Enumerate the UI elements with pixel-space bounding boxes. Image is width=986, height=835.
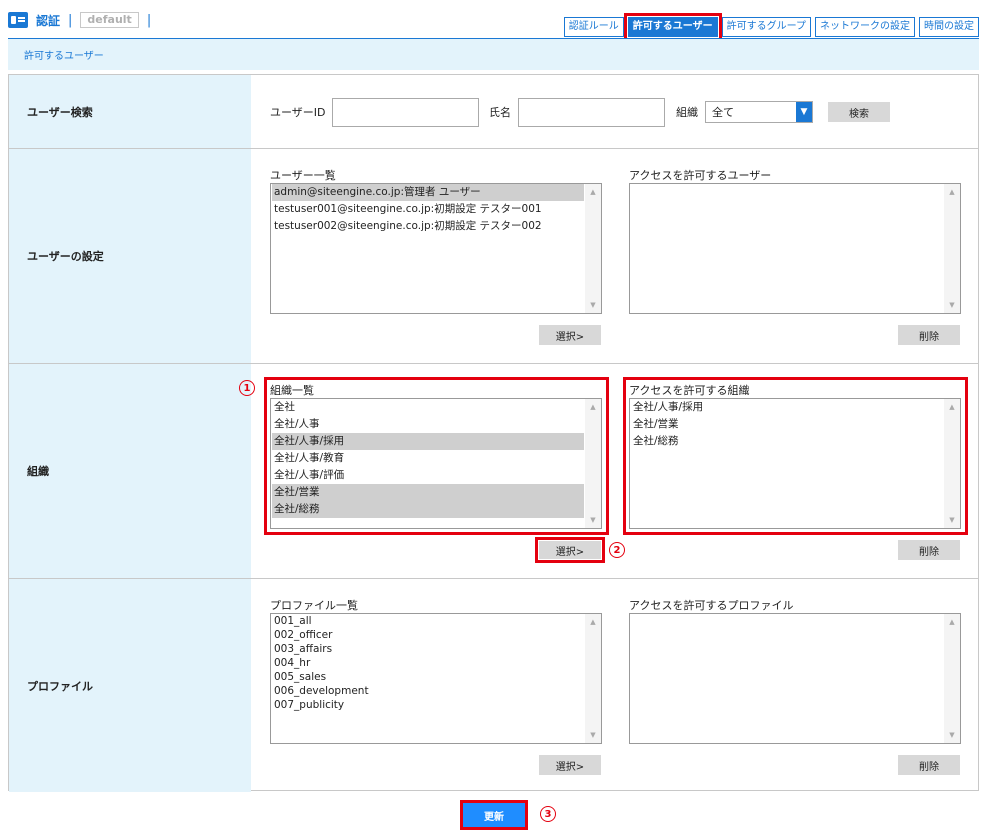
profile-list[interactable]: 001_all 002_officer 003_affairs 004_hr 0… xyxy=(270,613,602,744)
search-button[interactable]: 検索 xyxy=(828,102,890,122)
tab-allowed-groups[interactable]: 許可するグループ xyxy=(721,17,811,37)
scrollbar[interactable]: ▲ ▼ xyxy=(585,184,601,313)
list-item[interactable]: 全社/営業 xyxy=(631,416,943,433)
scrollbar[interactable]: ▲ ▼ xyxy=(944,614,960,743)
profile-delete-button[interactable]: 削除 xyxy=(898,755,960,775)
update-button[interactable]: 更新 xyxy=(460,800,528,830)
allowed-profile-caption: アクセスを許可するプロファイル xyxy=(629,599,794,612)
user-id-input[interactable] xyxy=(332,98,479,127)
organization-label: 組織 xyxy=(9,364,251,578)
user-list-items: admin@siteengine.co.jp:管理者 ユーザー testuser… xyxy=(272,184,584,235)
tab-network-settings[interactable]: ネットワークの設定 xyxy=(815,17,915,37)
step-1-marker: 1 xyxy=(239,380,255,396)
scroll-up-icon[interactable]: ▲ xyxy=(944,618,960,626)
scroll-down-icon[interactable]: ▼ xyxy=(944,301,960,309)
org-delete-button[interactable]: 削除 xyxy=(898,540,960,560)
list-item[interactable]: 全社/総務 xyxy=(272,501,584,518)
user-search-row: ユーザー検索 ユーザーID 氏名 組織 全て ▼ 検索 xyxy=(9,75,978,148)
name-input[interactable] xyxy=(518,98,665,127)
list-item[interactable]: admin@siteengine.co.jp:管理者 ユーザー xyxy=(272,184,584,201)
allowed-org-list[interactable]: 全社/人事/採用 全社/営業 全社/総務 ▲ ▼ xyxy=(629,398,961,529)
title-separator: | xyxy=(146,12,152,28)
tab-allowed-users[interactable]: 許可するユーザー xyxy=(623,13,722,41)
step-2-marker: 2 xyxy=(609,542,625,558)
scroll-up-icon[interactable]: ▲ xyxy=(585,403,601,411)
tab-time-settings[interactable]: 時間の設定 xyxy=(919,17,979,37)
profile-list-items: 001_all 002_officer 003_affairs 004_hr 0… xyxy=(272,614,584,712)
user-delete-button[interactable]: 削除 xyxy=(898,325,960,345)
list-item[interactable]: 002_officer xyxy=(272,628,584,642)
user-settings-label: ユーザーの設定 xyxy=(9,149,251,363)
profile-select-button[interactable]: 選択> xyxy=(539,755,601,775)
list-item[interactable]: 全社 xyxy=(272,399,584,416)
list-item[interactable]: 001_all xyxy=(272,614,584,628)
organization-row: 組織 1 組織一覧 全社 全社/人事 全社/人事/採用 全社/人事/教育 全社/… xyxy=(9,363,978,578)
org-list[interactable]: 全社 全社/人事 全社/人事/採用 全社/人事/教育 全社/人事/評価 全社/営… xyxy=(270,398,602,529)
scroll-down-icon[interactable]: ▼ xyxy=(585,731,601,739)
profile-row: プロファイル プロファイル一覧 001_all 002_officer 003_… xyxy=(9,578,978,792)
scroll-down-icon[interactable]: ▼ xyxy=(585,516,601,524)
list-item[interactable]: 全社/人事/採用 xyxy=(272,433,584,450)
org-select-button[interactable]: 選択> xyxy=(539,541,601,559)
allowed-profile-list[interactable]: ▲ ▼ xyxy=(629,613,961,744)
scroll-up-icon[interactable]: ▲ xyxy=(585,188,601,196)
allowed-users-list[interactable]: ▲ ▼ xyxy=(629,183,961,314)
settings-table: ユーザー検索 ユーザーID 氏名 組織 全て ▼ 検索 ユーザーの設定 ユーザー… xyxy=(8,74,979,792)
scroll-up-icon[interactable]: ▲ xyxy=(944,188,960,196)
id-card-icon xyxy=(8,12,28,28)
step-3-marker: 3 xyxy=(540,806,556,822)
org-filter-value: 全て xyxy=(712,106,734,119)
scroll-up-icon[interactable]: ▲ xyxy=(944,403,960,411)
list-item[interactable]: 全社/人事/採用 xyxy=(631,399,943,416)
list-item[interactable]: 004_hr xyxy=(272,656,584,670)
scroll-down-icon[interactable]: ▼ xyxy=(944,516,960,524)
scroll-down-icon[interactable]: ▼ xyxy=(944,731,960,739)
list-item[interactable]: 003_affairs xyxy=(272,642,584,656)
profile-list-caption: プロファイル一覧 xyxy=(270,599,358,612)
profile-label: プロファイル xyxy=(9,579,251,792)
page-header: 認証 | default | xyxy=(8,8,159,32)
scrollbar[interactable]: ▲ ▼ xyxy=(585,614,601,743)
user-search-label: ユーザー検索 xyxy=(9,75,251,148)
org-list-items: 全社 全社/人事 全社/人事/採用 全社/人事/教育 全社/人事/評価 全社/営… xyxy=(272,399,584,518)
org-filter-select[interactable]: 全て ▼ xyxy=(705,101,813,123)
org-filter-label: 組織 xyxy=(676,106,698,119)
title-separator: | xyxy=(68,12,73,28)
list-item[interactable]: 全社/人事 xyxy=(272,416,584,433)
list-item[interactable]: testuser001@siteengine.co.jp:初期設定 テスター00… xyxy=(272,201,584,218)
page-title: 認証 xyxy=(36,13,61,28)
scrollbar[interactable]: ▲ ▼ xyxy=(585,399,601,528)
list-item[interactable]: 007_publicity xyxy=(272,698,584,712)
allowed-org-caption: アクセスを許可する組織 xyxy=(629,384,750,397)
allowed-users-caption: アクセスを許可するユーザー xyxy=(629,169,772,182)
profile-badge: default xyxy=(80,12,139,28)
scrollbar[interactable]: ▲ ▼ xyxy=(944,399,960,528)
user-id-label: ユーザーID xyxy=(270,106,326,119)
list-item[interactable]: 全社/総務 xyxy=(631,433,943,450)
scroll-up-icon[interactable]: ▲ xyxy=(585,618,601,626)
list-item[interactable]: 全社/人事/評価 xyxy=(272,467,584,484)
name-label: 氏名 xyxy=(489,106,511,119)
user-select-button[interactable]: 選択> xyxy=(539,325,601,345)
tab-auth-rules[interactable]: 認証ルール xyxy=(563,17,624,37)
user-settings-row: ユーザーの設定 ユーザー一覧 admin@siteengine.co.jp:管理… xyxy=(9,148,978,363)
list-item[interactable]: testuser002@siteengine.co.jp:初期設定 テスター00… xyxy=(272,218,584,235)
user-list-caption: ユーザー一覧 xyxy=(270,169,336,182)
list-item[interactable]: 全社/人事/教育 xyxy=(272,450,584,467)
list-item[interactable]: 006_development xyxy=(272,684,584,698)
allowed-org-items: 全社/人事/採用 全社/営業 全社/総務 xyxy=(631,399,943,450)
chevron-down-icon[interactable]: ▼ xyxy=(796,102,812,122)
user-list[interactable]: admin@siteengine.co.jp:管理者 ユーザー testuser… xyxy=(270,183,602,314)
list-item[interactable]: 005_sales xyxy=(272,670,584,684)
scroll-down-icon[interactable]: ▼ xyxy=(585,301,601,309)
list-item[interactable]: 全社/営業 xyxy=(272,484,584,501)
section-subtitle: 許可するユーザー xyxy=(8,39,979,70)
scrollbar[interactable]: ▲ ▼ xyxy=(944,184,960,313)
org-list-caption: 組織一覧 xyxy=(270,384,314,397)
settings-tabs: 認証ルール 許可するユーザー 許可するグループ ネットワークの設定 時間の設定 xyxy=(563,13,979,41)
